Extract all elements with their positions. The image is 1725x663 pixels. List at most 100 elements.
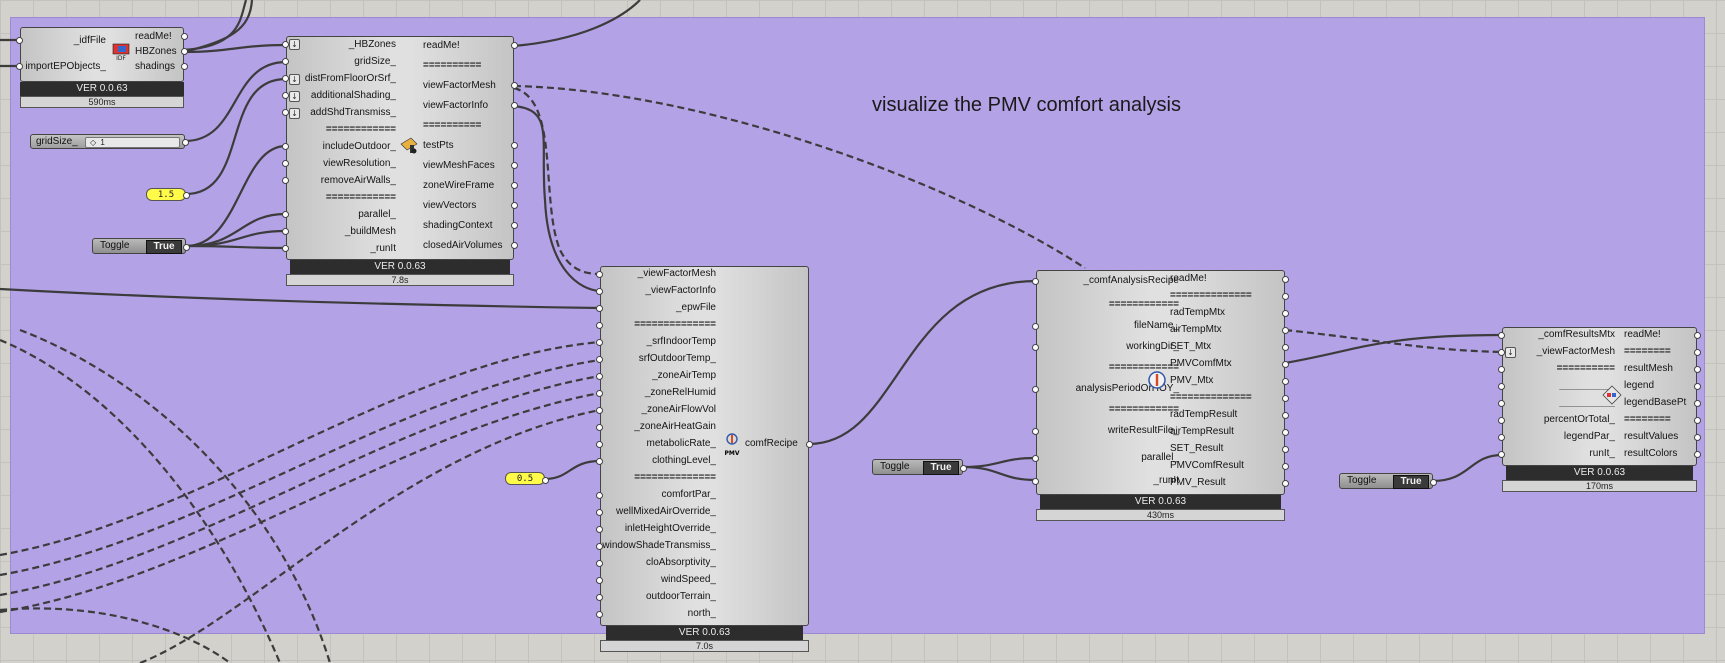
output-result-mesh[interactable]: resultMesh xyxy=(1624,362,1673,375)
input-view-factor-mesh[interactable]: _viewFactorMesh xyxy=(638,267,716,280)
gridsize-slider[interactable]: gridSize_ ◇ 1 xyxy=(30,134,185,149)
input-dist-from-floor[interactable]: distFromFloorOrSrf_ xyxy=(305,72,396,85)
list-access-icon[interactable]: ↓ xyxy=(289,39,300,50)
input-clothing-level[interactable]: clothingLevel_ xyxy=(652,454,716,467)
input-metabolic-rate[interactable]: metabolicRate_ xyxy=(647,437,716,450)
input-view-factor-info[interactable]: _viewFactorInfo xyxy=(645,284,716,297)
output-result-colors[interactable]: resultColors xyxy=(1624,447,1677,460)
output-pmv-comf-mtx[interactable]: PMVComfMtx xyxy=(1170,357,1232,370)
group-title: visualize the PMV comfort analysis xyxy=(872,94,1182,116)
pmv-analysis-group xyxy=(10,17,1705,634)
input-build-mesh[interactable]: _buildMesh xyxy=(345,225,396,238)
output-view-mesh-faces[interactable]: viewMeshFaces xyxy=(423,159,495,172)
toggle-value[interactable]: True xyxy=(1393,475,1429,489)
output-readme[interactable]: readMe! xyxy=(1170,272,1207,285)
input-percent-or-total[interactable]: percentOrTotal_ xyxy=(1544,413,1615,426)
input-comfort-par[interactable]: comfortPar_ xyxy=(662,488,716,501)
input-run-it[interactable]: runIt_ xyxy=(1589,447,1615,460)
list-access-icon[interactable]: ↓ xyxy=(289,74,300,85)
input-grid-size[interactable]: gridSize_ xyxy=(354,55,396,68)
output-zone-wire-frame[interactable]: zoneWireFrame xyxy=(423,179,494,192)
pmv-comfort-recipe-component[interactable]: _viewFactorMesh _viewFactorInfo _epwFile… xyxy=(600,266,809,652)
output-legend-base-pt[interactable]: legendBasePt xyxy=(1624,396,1686,409)
slider-grip-icon[interactable]: ◇ xyxy=(90,138,96,147)
output-shadings[interactable]: shadings xyxy=(135,60,175,73)
input-add-shd-transmiss[interactable]: addShdTransmiss_ xyxy=(310,106,396,119)
list-access-icon[interactable]: ↓ xyxy=(289,108,300,119)
toggle-label: Toggle xyxy=(100,240,130,251)
input-remove-air-walls[interactable]: removeAirWalls_ xyxy=(321,174,396,187)
input-run-it[interactable]: _runIt xyxy=(370,242,396,255)
run-toggle-2[interactable]: Toggle True xyxy=(872,459,963,475)
output-closed-air-volumes[interactable]: closedAirVolumes xyxy=(423,239,502,252)
input-comf-results-mtx[interactable]: _comfResultsMtx xyxy=(1538,328,1615,341)
version-label: VER 0.0.63 xyxy=(1040,495,1281,509)
input-zone-rel-humid[interactable]: _zoneRelHumid xyxy=(645,386,716,399)
input-parallel[interactable]: parallel_ xyxy=(358,208,396,221)
slider-track[interactable]: ◇ 1 xyxy=(85,137,180,148)
output-set-mtx[interactable]: SET_Mtx xyxy=(1170,340,1211,353)
output-separator: ======== xyxy=(1624,346,1671,357)
output-hbzones[interactable]: HBZones xyxy=(135,45,177,58)
color-comfort-results-component[interactable]: ↓ _comfResultsMtx _viewFactorMesh ======… xyxy=(1502,327,1697,493)
input-hbzones[interactable]: _HBZones xyxy=(349,38,396,51)
output-pmv-result[interactable]: PMV_Result xyxy=(1170,476,1226,489)
toggle-value[interactable]: True xyxy=(146,240,182,254)
output-air-temp-mtx[interactable]: airTempMtx xyxy=(1170,323,1222,336)
list-access-icon[interactable]: ↓ xyxy=(1505,347,1516,358)
view-factor-component[interactable]: ↓ ↓ ↓ ↓ _HBZones gridSize_ distFromFloor… xyxy=(286,36,514,286)
input-srf-outdoor-temp[interactable]: srfOutdoorTemp_ xyxy=(639,352,716,365)
panel-clothing[interactable]: 0.5 xyxy=(505,472,545,485)
output-readme[interactable]: readMe! xyxy=(423,39,460,52)
input-additional-shading[interactable]: additionalShading_ xyxy=(311,89,396,102)
input-write-result-file[interactable]: writeResultFile_ xyxy=(1108,424,1179,437)
input-zone-air-heat-gain[interactable]: _zoneAirHeatGain xyxy=(634,420,716,433)
output-readme[interactable]: readMe! xyxy=(135,30,172,43)
output-view-factor-mesh[interactable]: viewFactorMesh xyxy=(423,79,496,92)
list-access-icon[interactable]: ↓ xyxy=(289,91,300,102)
input-idf-file[interactable]: _idfFile xyxy=(74,34,106,47)
input-zone-air-flow-vol[interactable]: _zoneAirFlowVol xyxy=(642,403,716,416)
input-outdoor-terrain[interactable]: outdoorTerrain_ xyxy=(646,590,716,603)
output-view-vectors[interactable]: viewVectors xyxy=(423,199,476,212)
input-well-mixed-air-override[interactable]: wellMixedAirOverride_ xyxy=(616,505,716,518)
output-test-pts[interactable]: testPts xyxy=(423,139,454,152)
input-window-shade-transmiss[interactable]: windowShadeTransmiss_ xyxy=(602,539,716,552)
output-set-result[interactable]: SET_Result xyxy=(1170,442,1223,455)
input-inlet-height-override[interactable]: inletHeightOverride_ xyxy=(625,522,716,535)
view-factor-icon xyxy=(399,136,419,156)
timer-label: 7.0s xyxy=(600,640,809,652)
input-import-ep-objects[interactable]: importEPObjects_ xyxy=(25,60,106,73)
output-readme[interactable]: readMe! xyxy=(1624,328,1661,341)
input-view-factor-mesh[interactable]: _viewFactorMesh xyxy=(1537,345,1615,358)
input-north[interactable]: north_ xyxy=(688,607,716,620)
comfort-analysis-component[interactable]: _comfAnalysisRecipe ============ fileNam… xyxy=(1036,270,1285,522)
input-comf-analysis-recipe[interactable]: _comfAnalysisRecipe xyxy=(1083,274,1179,287)
output-air-temp-result[interactable]: airTempResult xyxy=(1170,425,1234,438)
output-shading-context[interactable]: shadingContext xyxy=(423,219,493,232)
input-separator: ========== xyxy=(1556,363,1615,374)
toggle-value[interactable]: True xyxy=(923,461,959,475)
input-epw-file[interactable]: _epwFile xyxy=(676,301,716,314)
run-toggle-3[interactable]: Toggle True xyxy=(1339,473,1433,489)
output-pmv-mtx[interactable]: PMV_Mtx xyxy=(1170,374,1213,387)
input-view-resolution[interactable]: viewResolution_ xyxy=(323,157,396,170)
run-toggle-1[interactable]: Toggle True xyxy=(92,238,186,254)
input-legend-par[interactable]: legendPar_ xyxy=(1564,430,1615,443)
output-comf-recipe[interactable]: comfRecipe xyxy=(745,437,798,450)
idf-import-icon: IDF xyxy=(112,43,130,62)
input-clo-absorptivity[interactable]: cloAbsorptivity_ xyxy=(646,556,716,569)
import-idf-component[interactable]: _idfFile importEPObjects_ readMe! HBZone… xyxy=(16,27,188,108)
comfort-analysis-icon xyxy=(1147,370,1167,390)
output-result-values[interactable]: resultValues xyxy=(1624,430,1678,443)
output-rad-temp-mtx[interactable]: radTempMtx xyxy=(1170,306,1225,319)
input-srf-indoor-temp[interactable]: _srfIndoorTemp xyxy=(647,335,716,348)
input-wind-speed[interactable]: windSpeed_ xyxy=(661,573,716,586)
input-include-outdoor[interactable]: includeOutdoor_ xyxy=(323,140,396,153)
output-pmv-comf-result[interactable]: PMVComfResult xyxy=(1170,459,1244,472)
panel-distance[interactable]: 1.5 xyxy=(146,188,186,201)
output-rad-temp-result[interactable]: radTempResult xyxy=(1170,408,1237,421)
output-view-factor-info[interactable]: viewFactorInfo xyxy=(423,99,488,112)
input-zone-air-temp[interactable]: _zoneAirTemp xyxy=(652,369,716,382)
output-legend[interactable]: legend xyxy=(1624,379,1654,392)
